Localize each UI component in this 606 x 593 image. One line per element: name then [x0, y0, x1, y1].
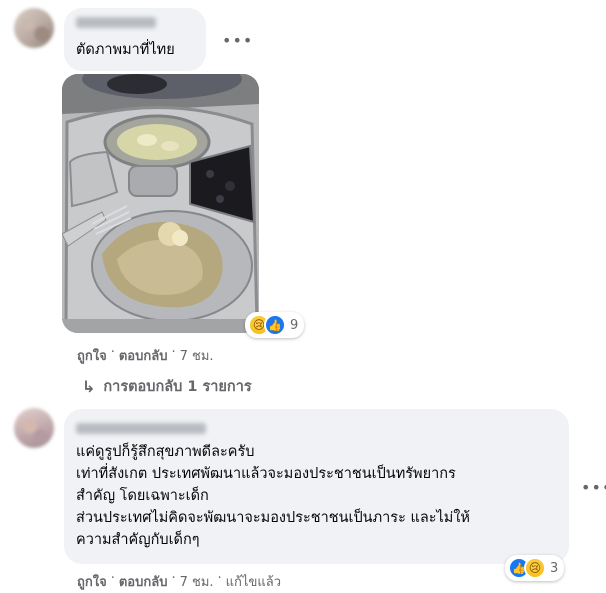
- food-tray-image: [62, 74, 259, 333]
- separator-dot: ·: [217, 571, 222, 586]
- separator-dot: ·: [171, 345, 176, 360]
- commenter-name-blurred[interactable]: [76, 423, 206, 434]
- view-replies-link[interactable]: ↳ การตอบกลับ 1 รายการ: [82, 375, 252, 398]
- like-link[interactable]: ถูกใจ: [77, 571, 107, 592]
- commenter-avatar[interactable]: [14, 8, 54, 48]
- reaction-count: 9: [290, 317, 299, 333]
- separator-dot: ·: [171, 571, 176, 586]
- comment-options-button[interactable]: •••: [581, 478, 606, 497]
- view-replies-label: การตอบกลับ 1 รายการ: [103, 379, 252, 395]
- reaction-count: 3: [550, 560, 559, 576]
- separator-dot: ·: [110, 571, 115, 586]
- comment-options-button[interactable]: •••: [222, 31, 253, 50]
- comment-timestamp[interactable]: 7 ชม.: [180, 571, 214, 592]
- comment-actions: ถูกใจ · ตอบกลับ · 7 ชม.: [77, 345, 214, 366]
- commenter-avatar[interactable]: [14, 408, 54, 448]
- reaction-summary[interactable]: 👍 😢 3: [505, 555, 565, 581]
- sad-reaction-icon: 😢: [524, 557, 546, 579]
- separator-dot: ·: [110, 345, 115, 360]
- reply-arrow-icon: ↳: [82, 377, 96, 396]
- comment-photo[interactable]: [62, 74, 259, 333]
- comment-text: แค่ดูรูปก็รู้สึกสุขภาพดีละครับ เท่าที่สั…: [76, 444, 470, 548]
- comment-actions: ถูกใจ · ตอบกลับ · 7 ชม. · แก้ไขแล้ว: [77, 571, 281, 592]
- reply-link[interactable]: ตอบกลับ: [119, 345, 168, 366]
- comment-bubble: แค่ดูรูปก็รู้สึกสุขภาพดีละครับ เท่าที่สั…: [64, 409, 569, 564]
- edited-indicator[interactable]: แก้ไขแล้ว: [226, 571, 281, 592]
- comment-timestamp[interactable]: 7 ชม.: [180, 345, 214, 366]
- comment-text: ตัดภาพมาที่ไทย: [76, 42, 175, 58]
- like-reaction-icon: 👍: [264, 314, 286, 336]
- reaction-summary[interactable]: 😢 👍 9: [245, 312, 305, 338]
- commenter-name-blurred[interactable]: [76, 17, 156, 28]
- comment-bubble: ตัดภาพมาที่ไทย: [64, 8, 206, 71]
- reply-link[interactable]: ตอบกลับ: [119, 571, 168, 592]
- like-link[interactable]: ถูกใจ: [77, 345, 107, 366]
